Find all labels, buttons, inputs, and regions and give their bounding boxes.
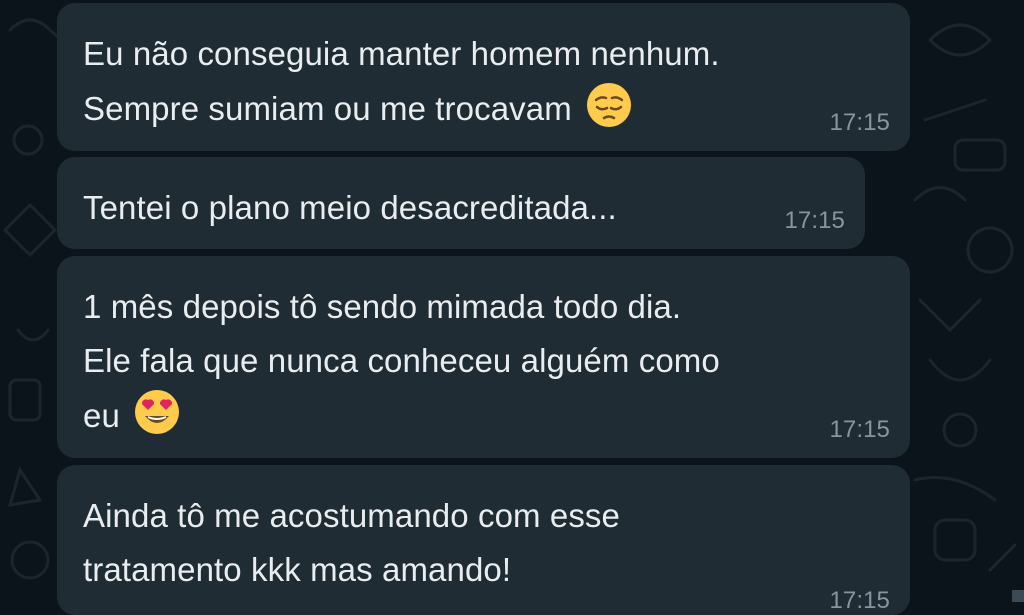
message-bubble-1[interactable]: Eu não conseguia manter homem nenhum. Se… bbox=[57, 3, 910, 151]
message-text: Tentei o plano meio desacreditada... bbox=[83, 181, 835, 235]
message-line: Eu não conseguia manter homem nenhum. bbox=[83, 35, 720, 72]
message-bubble-4[interactable]: Ainda tô me acostumando com esse tratame… bbox=[57, 465, 910, 615]
message-timestamp: 17:15 bbox=[829, 416, 890, 443]
message-text: Ainda tô me acostumando com esse tratame… bbox=[83, 489, 880, 597]
message-line: eu bbox=[83, 397, 120, 434]
message-line: Tentei o plano meio desacreditada... bbox=[83, 189, 617, 226]
message-line: 1 mês depois tô sendo mimada todo dia. bbox=[83, 288, 682, 325]
message-line: Sempre sumiam ou me trocavam bbox=[83, 90, 572, 127]
message-bubble-3[interactable]: 1 mês depois tô sendo mimada todo dia. E… bbox=[57, 256, 910, 458]
message-timestamp: 17:15 bbox=[829, 109, 890, 136]
message-bubble-2[interactable]: Tentei o plano meio desacreditada... 17:… bbox=[57, 157, 865, 249]
message-text: 1 mês depois tô sendo mimada todo dia. E… bbox=[83, 280, 880, 443]
message-line: tratamento kkk mas amando! bbox=[83, 551, 512, 588]
heart-eyes-face-icon bbox=[135, 390, 180, 434]
message-timestamp: 17:15 bbox=[784, 207, 845, 234]
scrollbar-corner[interactable] bbox=[1012, 590, 1024, 602]
message-line: Ainda tô me acostumando com esse bbox=[83, 497, 620, 534]
message-line: Ele fala que nunca conheceu alguém como bbox=[83, 342, 720, 379]
message-timestamp: 17:15 bbox=[829, 587, 890, 614]
message-text: Eu não conseguia manter homem nenhum. Se… bbox=[83, 27, 880, 136]
pensive-face-icon bbox=[587, 83, 632, 127]
